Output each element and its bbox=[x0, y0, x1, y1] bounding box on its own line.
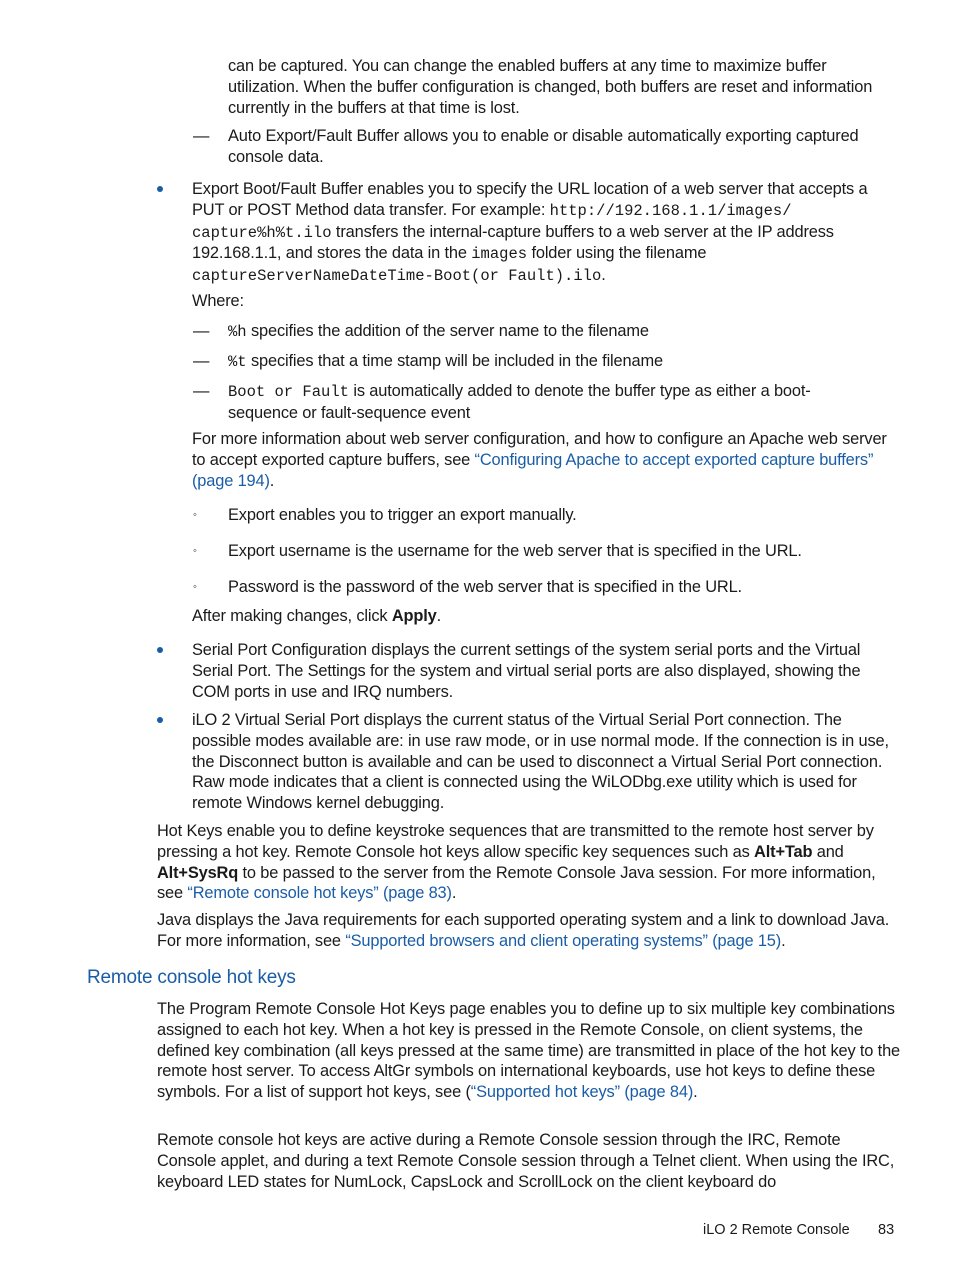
key-combo: Alt+Tab bbox=[754, 842, 813, 861]
auto-export-item: Auto Export/Fault Buffer allows you to e… bbox=[228, 126, 900, 168]
circle-bullet-icon: ◦ bbox=[193, 509, 197, 521]
dash-marker: — bbox=[193, 382, 210, 400]
virtual-serial-paragraph: iLO 2 Virtual Serial Port displays the c… bbox=[192, 711, 889, 813]
after-changes-text: After making changes, click Apply. bbox=[192, 606, 441, 627]
dash-marker: — bbox=[193, 352, 210, 370]
folder-code: images bbox=[471, 245, 528, 264]
section-heading: Remote console hot keys bbox=[87, 967, 296, 988]
bullet-icon bbox=[155, 640, 165, 653]
where-item: %t specifies that a time stamp will be i… bbox=[228, 351, 900, 373]
sub-item: Export username is the username for the … bbox=[228, 542, 802, 560]
text: specifies that a time stamp will be incl… bbox=[246, 352, 663, 370]
code: %t bbox=[228, 353, 247, 371]
text: specifies the addition of the server nam… bbox=[246, 322, 649, 340]
document-page: can be captured. You can change the enab… bbox=[0, 0, 954, 1271]
filename-code: captureServerNameDateTime-Boot(or Fault)… bbox=[192, 267, 602, 286]
sub-item: Export enables you to trigger an export … bbox=[228, 506, 577, 524]
code: Boot or Fault bbox=[228, 383, 349, 401]
remote-console-hot-keys-link[interactable]: “Remote console hot keys” (page 83) bbox=[187, 884, 452, 902]
text: . bbox=[451, 884, 457, 903]
key-combo: Alt+SysRq bbox=[157, 863, 239, 882]
text: . bbox=[269, 471, 275, 490]
text: . bbox=[601, 266, 606, 285]
serial-port-paragraph: Serial Port Configuration displays the c… bbox=[192, 641, 861, 701]
apply-label: Apply bbox=[391, 607, 437, 625]
text: After making changes, click bbox=[192, 607, 392, 625]
java-paragraph: Java displays the Java requirements for … bbox=[157, 910, 902, 952]
hot-keys-section-paragraph: The Program Remote Console Hot Keys page… bbox=[157, 999, 902, 1103]
export-buffer-paragraph: Export Boot/Fault Buffer enables you to … bbox=[192, 179, 902, 287]
circle-bullet-icon: ◦ bbox=[193, 581, 197, 593]
circle-bullet-icon: ◦ bbox=[193, 545, 197, 557]
footer-section-title: iLO 2 Remote Console bbox=[703, 1222, 850, 1238]
text: and bbox=[812, 842, 844, 861]
code: %h bbox=[228, 323, 247, 341]
supported-browsers-link[interactable]: “Supported browsers and client operating… bbox=[345, 932, 781, 950]
buffer-continuation-paragraph: can be captured. You can change the enab… bbox=[228, 56, 900, 118]
page-number: 83 bbox=[878, 1222, 895, 1238]
dash-marker: — bbox=[193, 127, 210, 145]
dash-marker: — bbox=[193, 322, 210, 340]
where-label: Where: bbox=[192, 292, 244, 310]
hot-keys-active-paragraph: Remote console hot keys are active durin… bbox=[157, 1131, 895, 1191]
bullet-icon bbox=[155, 179, 165, 192]
text: folder using the filename bbox=[527, 244, 707, 263]
where-item: Boot or Fault is automatically added to … bbox=[228, 381, 828, 424]
sub-item: Password is the password of the web serv… bbox=[228, 578, 742, 596]
text: . bbox=[693, 1083, 698, 1102]
paragraph-text: can be captured. You can change the enab… bbox=[228, 57, 873, 117]
hot-keys-paragraph: Hot Keys enable you to define keystroke … bbox=[157, 821, 902, 904]
supported-hot-keys-link[interactable]: “Supported hot keys” (page 84) bbox=[471, 1083, 694, 1101]
bullet-icon bbox=[155, 710, 165, 723]
where-item: %h specifies the addition of the server … bbox=[228, 321, 900, 343]
text: . bbox=[436, 607, 442, 625]
text: . bbox=[781, 931, 786, 950]
item-text: Auto Export/Fault Buffer allows you to e… bbox=[228, 127, 859, 166]
more-info-paragraph: For more information about web server co… bbox=[192, 429, 902, 491]
